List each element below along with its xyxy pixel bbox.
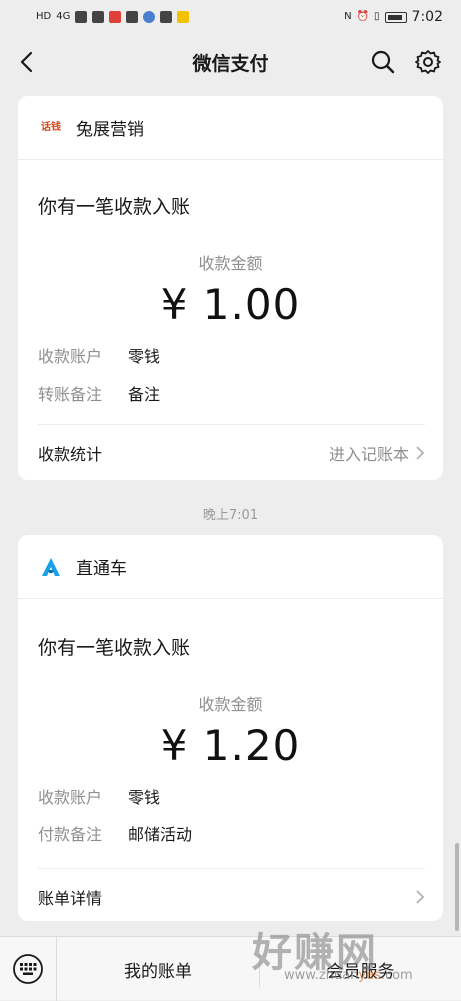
chevron-right-icon <box>416 890 425 904</box>
merchant-logo-text: 话钱 <box>41 121 61 133</box>
battery-icon <box>384 11 407 23</box>
detail-row: 转账备注 备注 <box>38 381 160 405</box>
detail-value: 零钱 <box>128 347 161 366</box>
merchant-logo: 话钱 <box>38 117 64 139</box>
keyboard-icon[interactable] <box>12 953 44 985</box>
shield-icon <box>160 11 173 23</box>
detail-label: 收款账户 <box>38 788 103 807</box>
amount-value: ¥ 1.20 <box>160 721 301 770</box>
search-icon[interactable] <box>369 48 397 76</box>
nfc-icon: N <box>344 11 352 22</box>
menu-my-bills[interactable]: 我的账单 <box>57 937 259 1001</box>
card-footer-link[interactable]: 收款统计 进入记账本 <box>38 424 425 481</box>
app-notification-icon <box>109 11 122 23</box>
footer-label: 收款统计 <box>38 445 103 464</box>
detail-value: 备注 <box>128 385 161 404</box>
network-4g-icon: 4G <box>56 11 71 22</box>
alarm-icon: ⏰ <box>356 11 370 22</box>
message-title: 你有一笔收款入账 <box>38 637 191 659</box>
status-bar: HD 4G N ⏰ ▯ 7:02 <box>0 0 461 34</box>
card-header: 话钱 兔展营销 <box>18 96 443 160</box>
footer-action[interactable] <box>409 889 425 905</box>
detail-row: 收款账户 零钱 <box>38 784 160 808</box>
qq-icon <box>126 11 139 23</box>
payment-card[interactable]: 直通车 你有一笔收款入账 收款金额 ¥ 1.20 收款账户 零钱 付款备注 邮储… <box>18 535 443 921</box>
detail-label: 付款备注 <box>38 825 103 844</box>
chevron-right-icon <box>416 446 425 460</box>
detail-label: 转账备注 <box>38 385 103 404</box>
browser-icon <box>143 11 156 23</box>
footer-action-label: 进入记账本 <box>328 445 409 464</box>
back-arrow-icon[interactable] <box>14 48 42 76</box>
app-yellow-icon <box>177 11 190 23</box>
card-footer-link[interactable]: 账单详情 <box>38 868 425 925</box>
hd-icon: HD <box>36 11 52 22</box>
detail-label: 收款账户 <box>38 347 103 366</box>
footer-label: 账单详情 <box>38 889 103 908</box>
merchant-name: 直通车 <box>76 559 127 579</box>
nav-bar: 微信支付 <box>0 34 461 90</box>
detail-value: 零钱 <box>128 788 161 807</box>
scrollbar-thumb[interactable] <box>455 843 459 931</box>
gear-icon[interactable] <box>414 48 442 76</box>
page-title: 微信支付 <box>192 52 269 75</box>
detail-value: 邮储活动 <box>128 825 193 844</box>
detail-row: 付款备注 邮储活动 <box>38 821 192 845</box>
amount-label: 收款金额 <box>198 695 263 714</box>
footer-action[interactable]: 进入记账本 <box>329 441 425 465</box>
detail-row: 收款账户 零钱 <box>38 343 160 367</box>
message-title: 你有一笔收款入账 <box>38 196 191 218</box>
payment-card[interactable]: 话钱 兔展营销 你有一笔收款入账 收款金额 ¥ 1.00 收款账户 零钱 转账备… <box>18 96 443 480</box>
message-timestamp: 晚上7:01 <box>202 508 259 523</box>
wifi-off-icon <box>92 11 105 23</box>
vibrate-icon: ▯ <box>374 11 380 22</box>
amount-value: ¥ 1.00 <box>160 280 301 329</box>
merchant-name: 兔展营销 <box>76 120 144 140</box>
merchant-logo-icon <box>42 557 60 576</box>
bottom-menu-bar: 我的账单 会员服务 <box>0 936 461 1001</box>
card-header: 直通车 <box>18 535 443 599</box>
status-time: 7:02 <box>411 9 443 25</box>
menu-member-services[interactable]: 会员服务 <box>260 937 461 1001</box>
signal-icon <box>75 11 88 23</box>
amount-label: 收款金额 <box>198 254 263 273</box>
status-icons-right: N ⏰ ▯ 7:02 <box>344 9 443 25</box>
status-icons-left: HD 4G <box>36 10 190 24</box>
